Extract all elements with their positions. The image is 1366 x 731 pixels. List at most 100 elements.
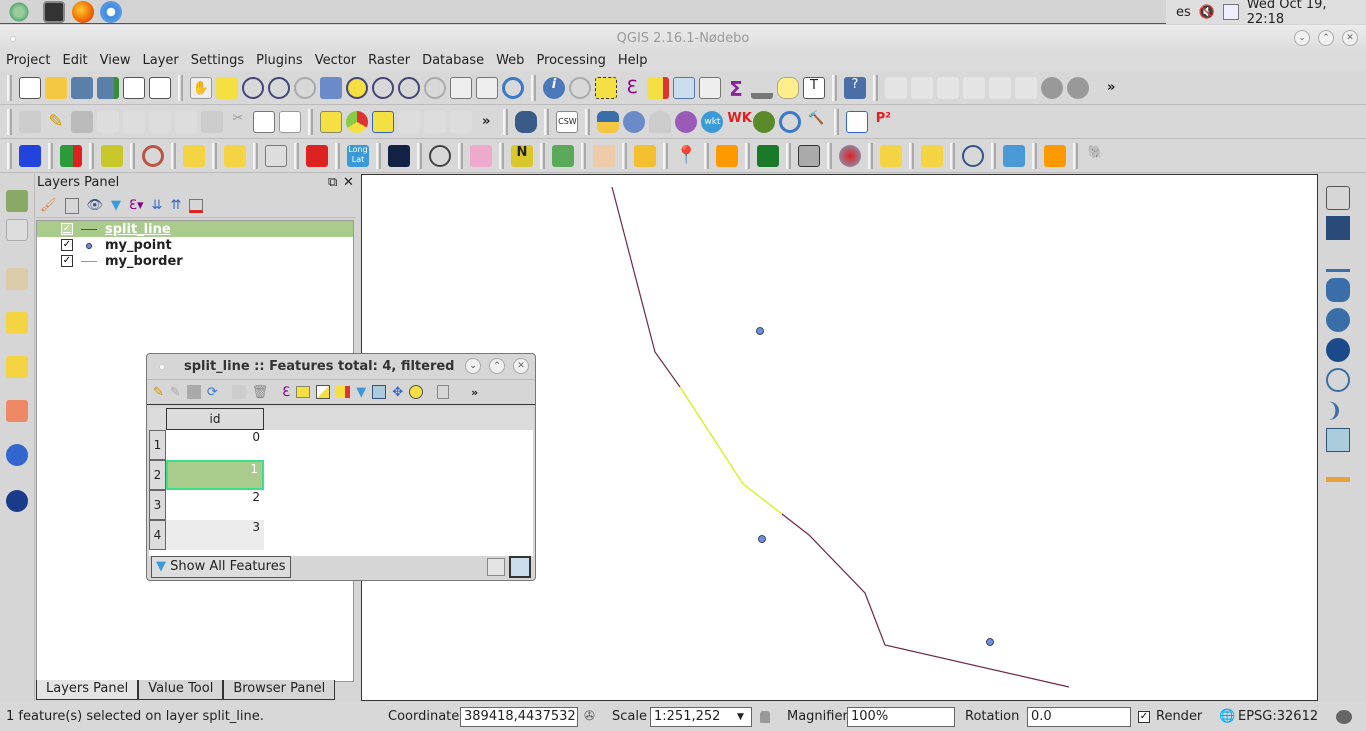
layer-visibility-checkbox[interactable]: ✓	[61, 223, 73, 235]
local-histogram-stretch-icon[interactable]	[911, 76, 933, 99]
terminal-icon[interactable]	[43, 1, 65, 23]
copy-selected-rows-icon[interactable]	[437, 385, 450, 399]
toolbar-overflow-chevron[interactable]: »	[1107, 80, 1115, 95]
select-features-icon[interactable]	[595, 76, 617, 99]
increase-contrast-icon[interactable]	[1041, 76, 1063, 99]
expand-all-icon[interactable]: ⇊	[152, 198, 163, 213]
visibility-eye-icon[interactable]: 👁	[87, 198, 104, 213]
heatmap-texture-icon[interactable]	[593, 144, 615, 167]
row-header[interactable]: 4	[149, 520, 166, 550]
zoom-last-icon[interactable]	[398, 76, 420, 99]
menu-settings[interactable]: Settings	[185, 52, 250, 71]
network-icon[interactable]	[1222, 4, 1239, 20]
menu-vector[interactable]: Vector	[309, 52, 362, 71]
tab-browser-panel[interactable]: Browser Panel	[223, 680, 336, 700]
local-cumulative-cut-icon[interactable]	[963, 76, 985, 99]
shovel-tool-icon[interactable]	[6, 190, 28, 212]
layer-diagram-icon[interactable]	[346, 110, 368, 133]
copy-features-icon[interactable]	[253, 110, 275, 133]
select-by-expression-icon[interactable]: ℇ	[282, 385, 290, 400]
plugin-network-map-icon[interactable]	[19, 144, 41, 167]
wkt-icon[interactable]: wkt	[701, 110, 724, 133]
tab-value-tool[interactable]: Value Tool	[138, 680, 224, 700]
table-cell-id[interactable]: 3	[166, 520, 264, 550]
crs-globe-icon[interactable]: 🌐	[1219, 709, 1235, 724]
tab-layers-panel[interactable]: Layers Panel	[36, 680, 139, 700]
plugin-plug-left-icon-2[interactable]	[6, 356, 28, 378]
toggle-editing-pencil-icon[interactable]: ✎	[45, 111, 67, 133]
add-spatialite-icon[interactable]: ❩	[1326, 398, 1350, 422]
spiral-icon[interactable]	[142, 144, 164, 167]
filter-expression-icon[interactable]: ℇ▾	[129, 198, 144, 213]
zoom-to-selection-icon[interactable]	[346, 76, 368, 99]
menu-plugins[interactable]: Plugins	[250, 52, 309, 71]
increase-brightness-icon[interactable]	[989, 76, 1011, 99]
select-by-expression-icon[interactable]: ℇ	[621, 77, 643, 99]
layer-visibility-checkbox[interactable]: ✓	[61, 255, 73, 267]
menu-layer[interactable]: Layer	[137, 52, 185, 71]
pan-to-selection-icon[interactable]	[216, 76, 238, 99]
cumulative-cut-icon[interactable]	[937, 76, 959, 99]
filter-icon[interactable]: ▼	[356, 385, 366, 400]
add-wms-layer-icon[interactable]	[1326, 308, 1350, 332]
plugin-plug-left-icon[interactable]	[6, 312, 28, 334]
messages-icon[interactable]	[1336, 709, 1352, 724]
new-project-icon[interactable]	[19, 76, 41, 99]
pin-unpin-labels-icon[interactable]	[398, 110, 420, 133]
chromium-icon[interactable]	[100, 1, 122, 23]
table-cell-id-selected[interactable]: 1	[166, 460, 264, 490]
select-all-icon[interactable]	[296, 386, 311, 398]
plugin-plug-icon-4[interactable]	[921, 144, 943, 167]
close-button[interactable]: ✕	[1342, 30, 1358, 46]
multi-edit-icon[interactable]: ✎	[170, 385, 181, 400]
current-edits-icon[interactable]	[19, 110, 41, 133]
coordinate-field[interactable]: 389418,4437532	[460, 706, 578, 727]
menu-help[interactable]: Help	[612, 52, 654, 71]
profile-tool-icon[interactable]	[470, 144, 492, 167]
add-wfs-layer-icon[interactable]	[1326, 368, 1350, 392]
globe-heatmap-icon[interactable]	[839, 144, 861, 167]
zoom-next-icon[interactable]	[424, 76, 446, 99]
paste-features-icon[interactable]	[279, 110, 301, 133]
identify-icon[interactable]: i	[543, 76, 565, 99]
layer-item-my-point[interactable]: ✓ my_point	[37, 237, 353, 253]
deselect-all-icon[interactable]	[336, 386, 351, 398]
form-view-icon[interactable]	[487, 558, 505, 576]
identify-plugin-icon[interactable]	[623, 110, 646, 133]
remove-layer-icon[interactable]	[189, 198, 204, 213]
db-manager-icon[interactable]	[515, 110, 538, 133]
add-delimited-text-icon[interactable]	[1326, 248, 1350, 272]
toolbar-overflow-chevron[interactable]: »	[471, 386, 478, 399]
keyboard-layout[interactable]: es	[1176, 5, 1191, 20]
zoom-to-layer-icon[interactable]	[372, 76, 394, 99]
menu-processing[interactable]: Processing	[530, 52, 611, 71]
close-button[interactable]: ✕	[513, 358, 529, 374]
float-panel-icon[interactable]: ⧉	[328, 174, 337, 192]
satellite-dish-icon[interactable]	[101, 144, 123, 167]
add-feature-icon[interactable]	[97, 110, 119, 133]
show-hide-labels-icon[interactable]	[424, 110, 446, 133]
text-annotation-icon[interactable]: T	[803, 76, 825, 99]
bird-icon[interactable]	[757, 144, 779, 167]
window-menu-dot[interactable]	[10, 36, 16, 42]
invert-selection-icon[interactable]	[316, 385, 331, 399]
zoom-to-selected-icon[interactable]	[409, 385, 424, 399]
refresh-icon[interactable]	[502, 76, 524, 99]
point-feature[interactable]	[986, 638, 994, 646]
scale-lock-icon[interactable]	[760, 710, 770, 723]
bug-icon[interactable]	[753, 110, 776, 133]
raster-grid-icon[interactable]	[6, 400, 28, 422]
statistics-sigma-icon[interactable]: Σ	[725, 77, 747, 101]
zoom-native-icon[interactable]	[294, 76, 316, 99]
firefox-icon[interactable]	[72, 1, 94, 23]
map-frame-icon[interactable]	[6, 219, 28, 241]
python-console-icon[interactable]	[597, 110, 620, 133]
highlight-pinned-labels-icon[interactable]	[372, 110, 394, 133]
warp-tunnel-icon[interactable]	[388, 144, 410, 167]
crs-label[interactable]: EPSG:32612	[1238, 709, 1318, 724]
add-feature-icon[interactable]	[231, 385, 246, 399]
row-header[interactable]: 3	[149, 490, 166, 520]
pan-hand-icon[interactable]: ✋	[190, 76, 212, 99]
menu-project[interactable]: Project	[0, 52, 56, 71]
table-view-icon[interactable]	[509, 556, 531, 578]
